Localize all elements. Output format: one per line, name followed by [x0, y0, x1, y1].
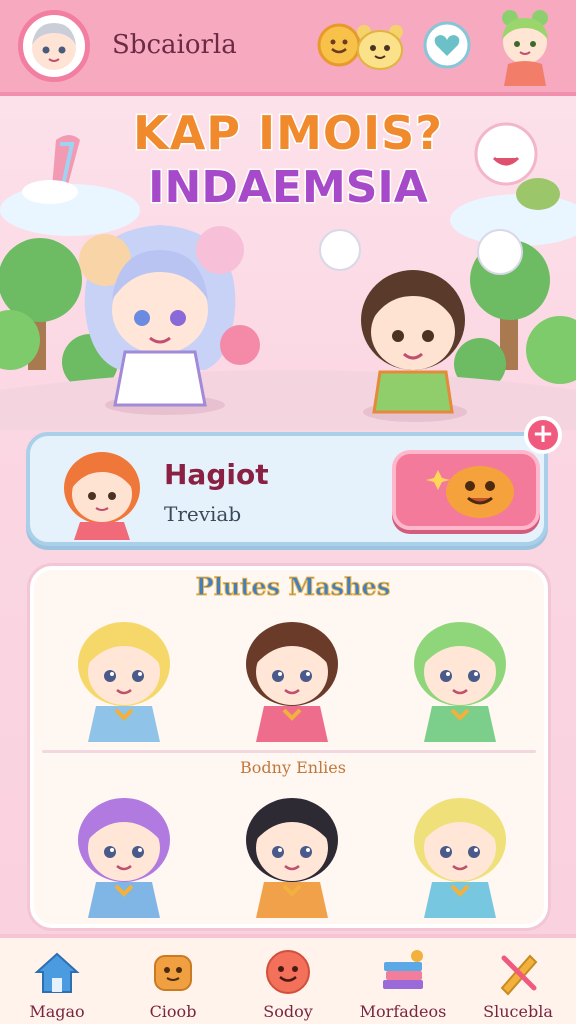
- nav-label: Sodoy: [263, 1002, 313, 1021]
- pencil-cross-icon: [500, 954, 538, 996]
- nav-item-slucebla[interactable]: Slucebla: [463, 942, 573, 1024]
- nav-label: Magao: [29, 1002, 85, 1021]
- character-card-purple-hair-chibi[interactable]: [54, 782, 194, 922]
- chibi-yellow-leaf-chibi-icon: [414, 798, 506, 918]
- character-card-blonde-chibi[interactable]: [54, 606, 194, 746]
- plus-icon[interactable]: +: [524, 416, 562, 454]
- hero-banner: KAP IMOIS? INDAEMSIA: [0, 100, 576, 430]
- profile-avatar[interactable]: [18, 10, 90, 82]
- orange-blob-icon: [426, 466, 514, 518]
- app-title: Sbcaiorla: [112, 30, 237, 60]
- smile-ball-icon: [266, 950, 310, 994]
- featured-character-card[interactable]: Hagiot Treviab: [26, 432, 548, 546]
- character-card-black-hair-chibi[interactable]: [222, 782, 362, 922]
- nav-item-cioob[interactable]: Cioob: [118, 942, 228, 1024]
- chibi-purple-hair-chibi-icon: [78, 798, 170, 918]
- nav-item-sodoy[interactable]: Sodoy: [233, 942, 343, 1024]
- nav-label: Slucebla: [483, 1002, 553, 1021]
- heart-bubble-icon[interactable]: [420, 18, 474, 72]
- bottom-navigation: Magao Cioob Sodoy Morfadeos Slucebla: [0, 934, 576, 1024]
- top-bar: Sbcaiorla: [0, 0, 576, 96]
- nav-label: Cioob: [149, 1002, 197, 1021]
- gallery-divider: [42, 750, 536, 753]
- book-stack-icon: [383, 950, 423, 989]
- gallery-title: Plutes Mashes: [195, 572, 391, 602]
- character-card-yellow-leaf-chibi[interactable]: [390, 782, 530, 922]
- nav-label: Morfadeos: [359, 1002, 447, 1021]
- nav-item-morfadeos[interactable]: Morfadeos: [348, 942, 458, 1024]
- home-icon: [34, 952, 80, 993]
- hero-title-line2: INDAEMSIA: [147, 161, 430, 215]
- chibi-brunette-bow-chibi-icon: [246, 622, 338, 742]
- avatar-face-icon: [32, 23, 76, 70]
- gallery-subtitle: Bodny Enlies: [240, 758, 346, 777]
- nav-item-magao[interactable]: Magao: [2, 942, 112, 1024]
- featured-name: Hagiot: [164, 458, 269, 491]
- chibi-blonde-chibi-icon: [78, 622, 170, 742]
- featured-avatar: [52, 440, 152, 540]
- character-gallery: Plutes Mashes Bodny Enlies: [30, 566, 548, 928]
- bear-mascot-icon[interactable]: [350, 18, 410, 72]
- featured-action-button[interactable]: [392, 450, 540, 530]
- character-card-green-hair-chibi[interactable]: [390, 606, 530, 746]
- frog-girl-avatar[interactable]: [490, 6, 560, 86]
- character-card-brunette-bow-chibi[interactable]: [222, 606, 362, 746]
- hero-title-line1: KAP IMOIS?: [132, 105, 444, 162]
- chibi-black-hair-chibi-icon: [246, 798, 338, 918]
- chibi-green-hair-chibi-icon: [414, 622, 506, 742]
- cookie-face-icon: [154, 955, 192, 991]
- featured-subtitle: Treviab: [164, 502, 242, 526]
